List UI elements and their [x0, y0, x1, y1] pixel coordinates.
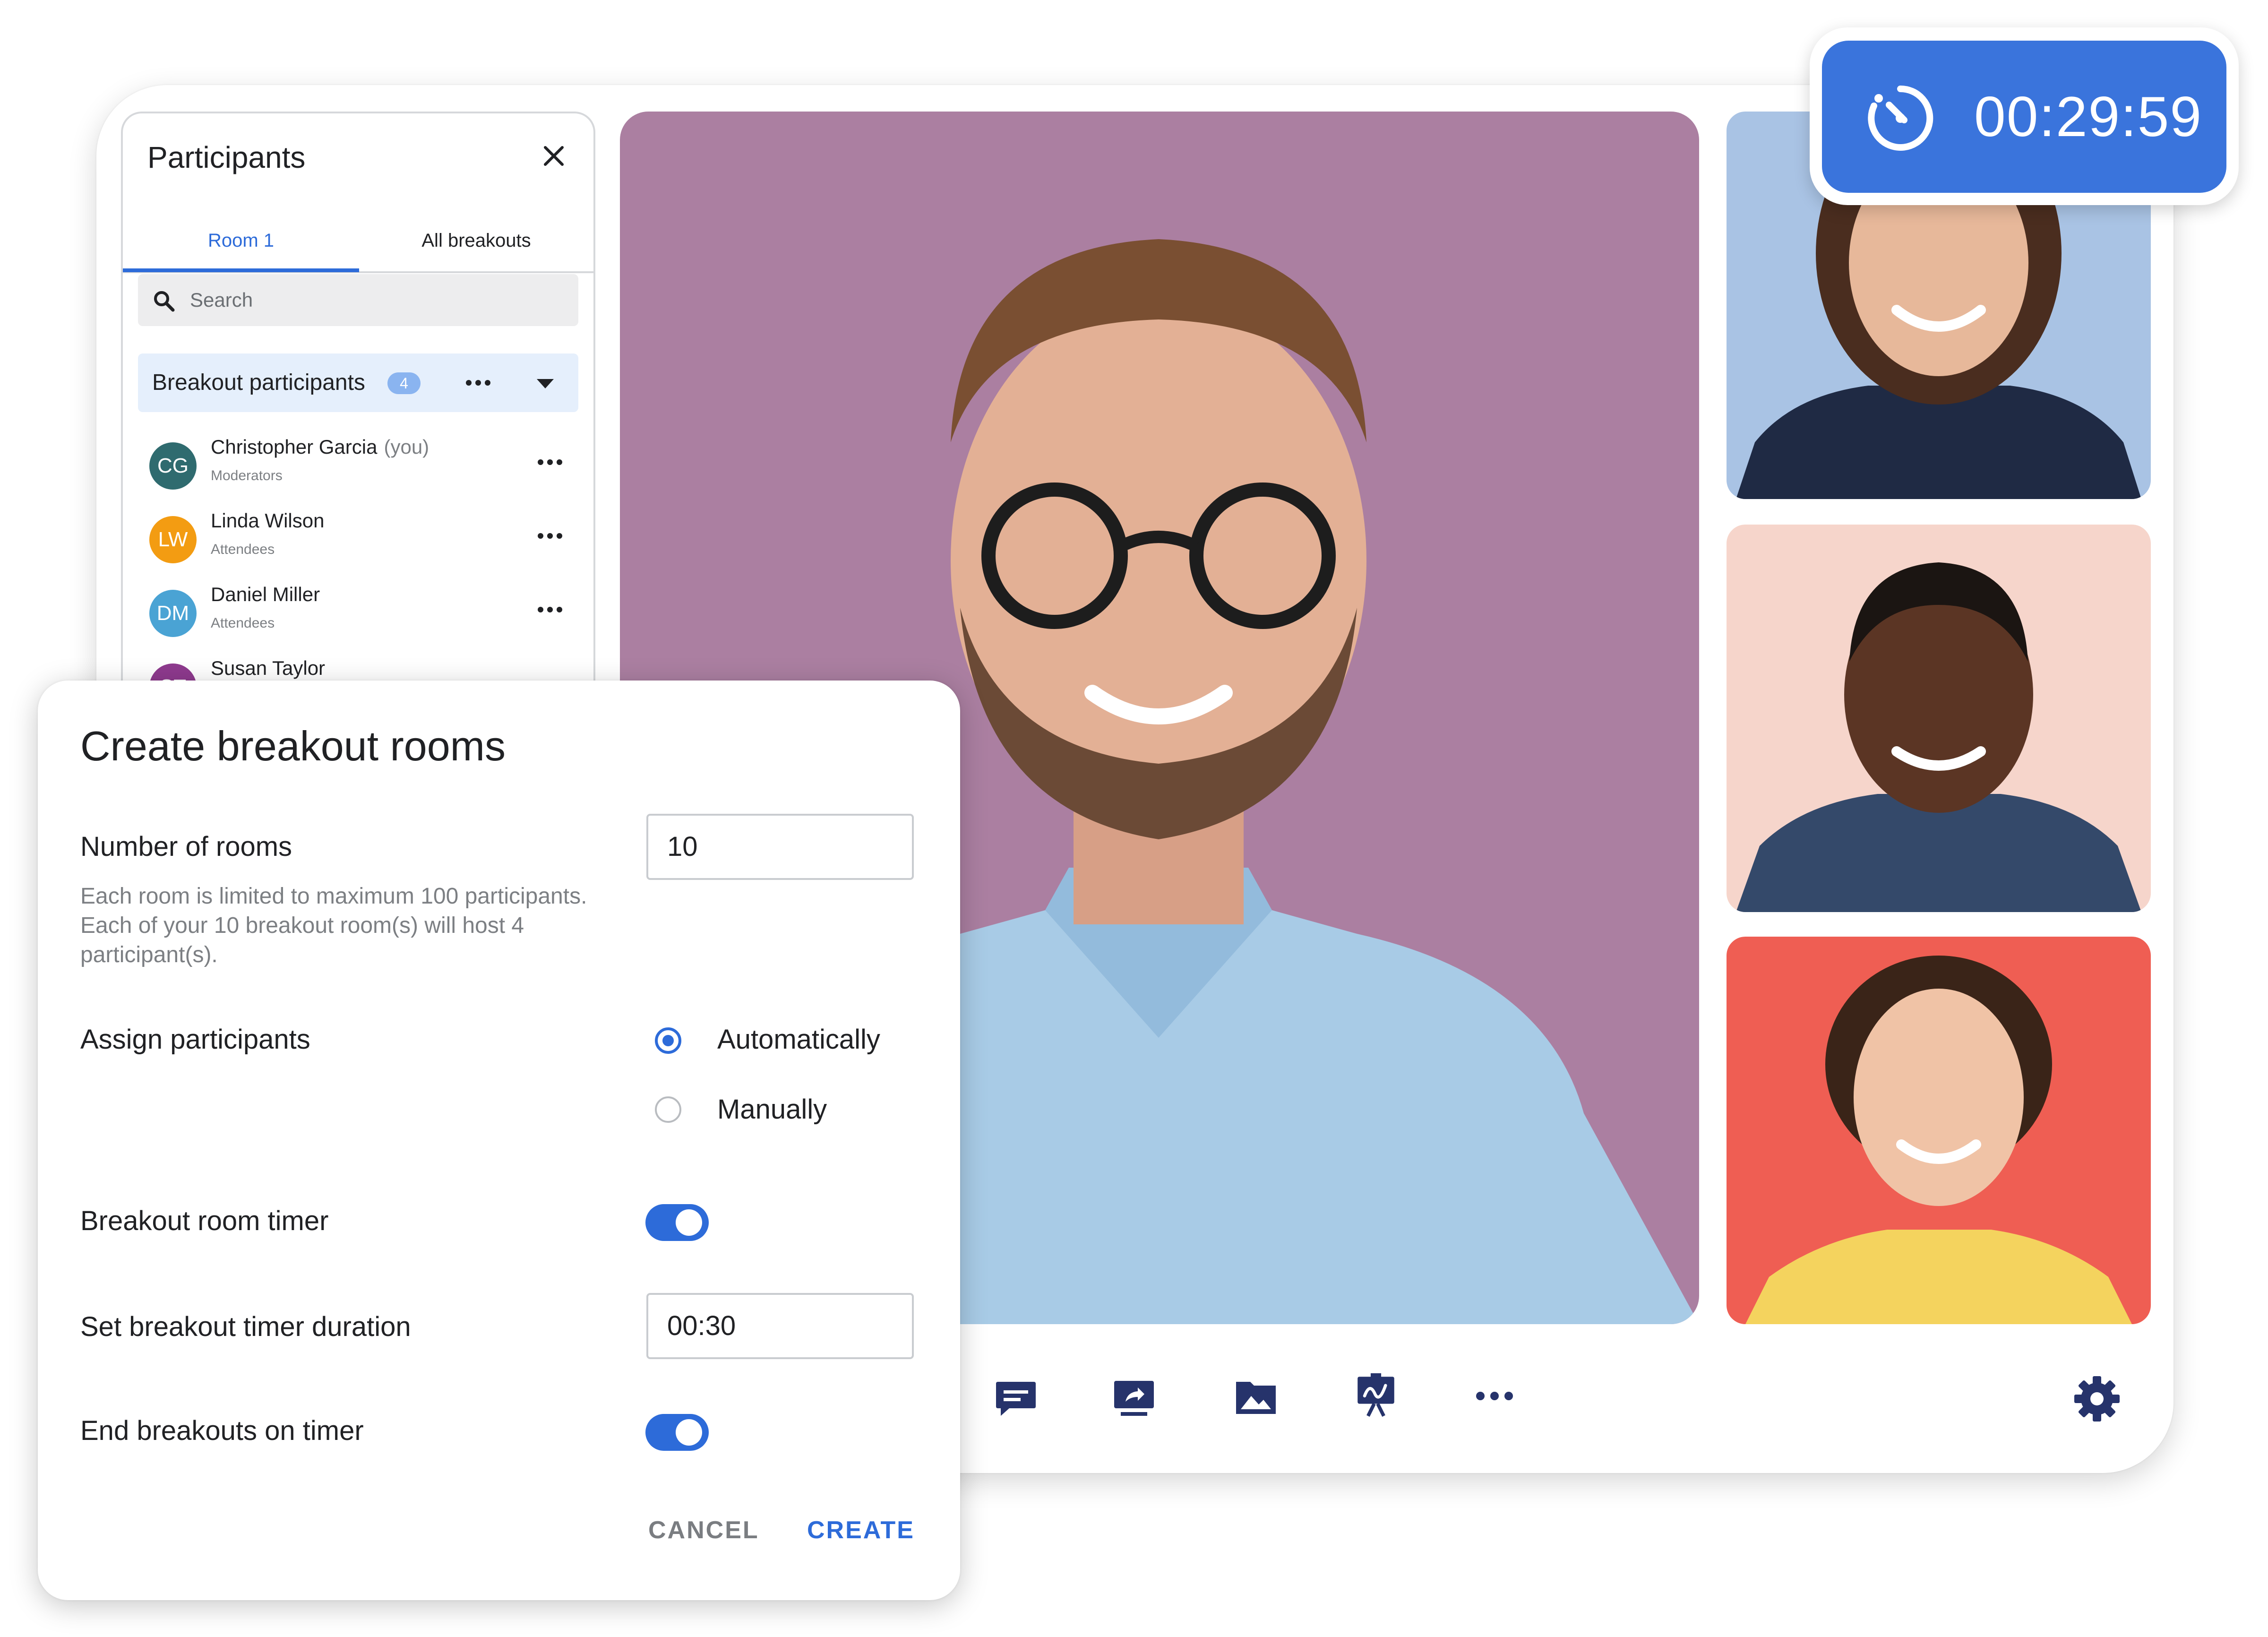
- breakout-timer-card: 00:29:59: [1810, 27, 2239, 205]
- chat-icon[interactable]: [993, 1375, 1039, 1421]
- more-icon[interactable]: [464, 373, 492, 392]
- you-label: (you): [384, 436, 430, 458]
- participant-role: Moderators: [211, 468, 283, 483]
- participants-panel: Participants Room 1 All breakouts Search…: [121, 112, 595, 730]
- participant-name: Daniel Miller: [211, 583, 320, 605]
- radio-manually[interactable]: [655, 1096, 681, 1123]
- active-tab-indicator: [123, 268, 359, 272]
- participant-image: [1736, 562, 2141, 912]
- group-label: Breakout participants: [152, 370, 365, 395]
- cancel-button[interactable]: CANCEL: [648, 1516, 759, 1544]
- end-on-timer-label: End breakouts on timer: [80, 1415, 364, 1446]
- more-icon[interactable]: [536, 453, 564, 472]
- participant-name: Linda Wilson: [211, 509, 325, 532]
- screen-share-icon[interactable]: [1111, 1375, 1157, 1421]
- timer-value: 00:29:59: [1974, 85, 2203, 148]
- tab-room-1[interactable]: Room 1: [123, 210, 359, 271]
- participants-tabs: Room 1 All breakouts: [123, 210, 593, 273]
- tab-all-breakouts[interactable]: All breakouts: [359, 210, 593, 271]
- breakout-timer: 00:29:59: [1822, 41, 2226, 193]
- avatar: CG: [149, 442, 197, 490]
- participant-name-text: Christopher Garcia: [211, 436, 378, 458]
- more-icon[interactable]: [536, 600, 564, 619]
- participant-row[interactable]: CG Christopher Garcia (you) Moderators: [123, 435, 593, 506]
- radio-automatically-label[interactable]: Automatically: [717, 1024, 880, 1055]
- rooms-label: Number of rooms: [80, 831, 292, 862]
- video-tile-participant-3[interactable]: [1727, 937, 2151, 1324]
- gallery-icon[interactable]: [1233, 1375, 1279, 1421]
- more-icon[interactable]: [536, 526, 564, 545]
- search-icon: [154, 291, 175, 312]
- video-tile-participant-2[interactable]: [1727, 525, 2151, 912]
- dialog-title: Create breakout rooms: [80, 723, 506, 769]
- search-input[interactable]: Search: [138, 274, 578, 326]
- participant-row[interactable]: LW Linda Wilson Attendees: [123, 508, 593, 579]
- end-on-timer-toggle[interactable]: [645, 1414, 709, 1451]
- radio-automatically[interactable]: [655, 1027, 681, 1054]
- radio-manually-label[interactable]: Manually: [717, 1094, 827, 1125]
- close-icon[interactable]: [541, 143, 567, 169]
- duration-label: Set breakout timer duration: [80, 1311, 411, 1342]
- create-breakout-rooms-dialog: Create breakout rooms Number of rooms 10…: [38, 681, 960, 1600]
- chevron-down-icon[interactable]: [536, 375, 555, 391]
- timer-label: Breakout room timer: [80, 1206, 329, 1236]
- participant-image: [1745, 956, 2132, 1324]
- breakout-participants-group[interactable]: Breakout participants 4: [138, 353, 578, 412]
- stopwatch-icon: [1868, 85, 1933, 151]
- settings-icon[interactable]: [2072, 1374, 2122, 1423]
- whiteboard-icon[interactable]: [1353, 1372, 1399, 1418]
- rooms-help-text: Each room is limited to maximum 100 part…: [80, 884, 587, 967]
- rooms-input[interactable]: 10: [646, 814, 914, 880]
- count-badge: 4: [387, 372, 421, 394]
- participant-row[interactable]: DM Daniel Miller Attendees: [123, 582, 593, 653]
- avatar: DM: [149, 590, 197, 637]
- participant-name: Christopher Garcia (you): [211, 436, 429, 458]
- search-placeholder: Search: [190, 289, 253, 311]
- duration-input[interactable]: 00:30: [646, 1293, 914, 1359]
- participant-role: Attendees: [211, 615, 275, 631]
- participants-title: Participants: [147, 140, 306, 174]
- participant-role: Attendees: [211, 542, 275, 557]
- assign-label: Assign participants: [80, 1024, 310, 1055]
- create-button[interactable]: CREATE: [807, 1516, 915, 1544]
- more-icon[interactable]: [1473, 1382, 1516, 1410]
- participant-name: Susan Taylor: [211, 657, 326, 679]
- breakout-timer-toggle[interactable]: [645, 1204, 709, 1241]
- avatar: LW: [149, 516, 197, 563]
